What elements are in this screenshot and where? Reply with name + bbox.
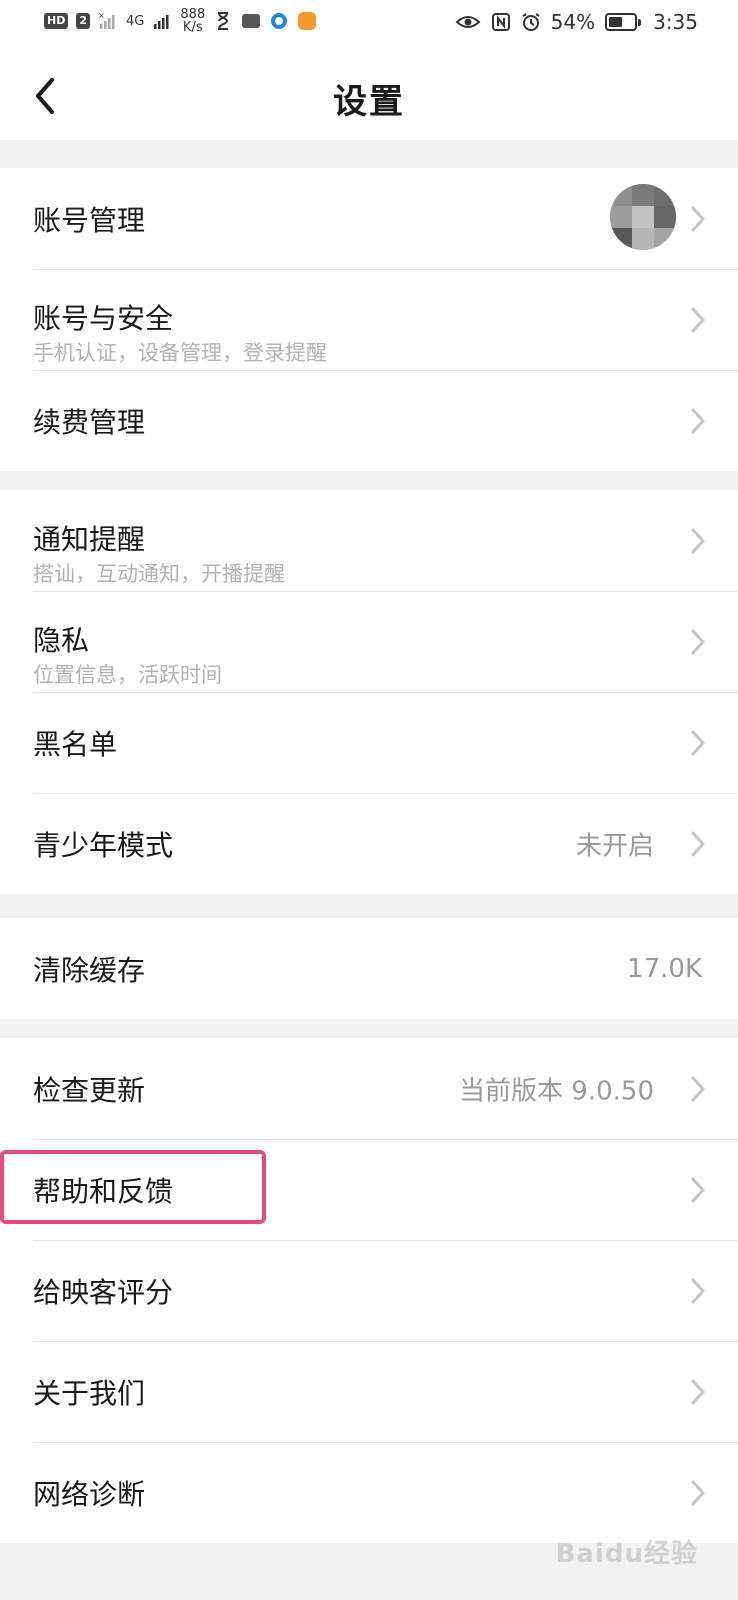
settings-row-clear-cache[interactable]: 清除缓存 17.0K <box>0 918 738 1019</box>
avatar[interactable] <box>610 184 676 250</box>
signal-empty-icon: × <box>98 11 115 29</box>
eye-icon <box>455 16 481 28</box>
chevron-right-icon <box>691 408 706 433</box>
row-value: 未开启 <box>575 831 654 861</box>
settings-row-account-security[interactable]: 账号与安全 手机认证，设备管理，登录提醒 <box>0 269 738 370</box>
avatar-tile <box>632 228 654 250</box>
chevron-right-icon <box>691 1480 706 1505</box>
huawei-app-icon <box>242 14 261 28</box>
orange-app-icon <box>298 12 317 30</box>
battery-icon <box>605 13 642 31</box>
status-left: HD 2 × 4G 888 K/s <box>44 8 317 34</box>
row-subtitle: 搭讪，互动通知，开播提醒 <box>33 562 285 586</box>
row-title: 通知提醒 <box>33 523 146 556</box>
chevron-right-icon <box>691 730 706 755</box>
chevron-right-icon <box>691 1177 706 1202</box>
nfc-icon <box>491 13 510 31</box>
chevron-right-icon <box>691 307 706 332</box>
net-speed: 888 K/s <box>180 8 205 34</box>
settings-row-teen-mode[interactable]: 青少年模式 未开启 <box>0 793 738 894</box>
settings-group-cache: 清除缓存 17.0K <box>0 918 738 1019</box>
chevron-right-icon <box>691 1379 706 1404</box>
settings-row-check-update[interactable]: 检查更新 当前版本 9.0.50 <box>0 1038 738 1139</box>
row-value: 当前版本 9.0.50 <box>459 1076 654 1106</box>
row-title: 账号管理 <box>33 203 146 237</box>
settings-row-network-diagnosis[interactable]: 网络诊断 <box>0 1442 738 1543</box>
hd-badge: HD <box>44 13 69 29</box>
status-bar: HD 2 × 4G 888 K/s 54% 3:35 <box>0 0 738 50</box>
row-title: 隐私 <box>33 624 90 657</box>
row-title: 账号与安全 <box>33 302 174 335</box>
avatar-tile <box>632 184 654 206</box>
settings-group-notify-privacy: 通知提醒 搭讪，互动通知，开播提醒 隐私 位置信息，活跃时间 黑名单 青少年模式… <box>0 490 738 894</box>
avatar-tile <box>632 206 654 228</box>
status-right: 54% 3:35 <box>455 10 698 34</box>
avatar-tile <box>654 206 676 228</box>
settings-row-notifications[interactable]: 通知提醒 搭讪，互动通知，开播提醒 <box>0 490 738 591</box>
net-speed-unit: K/s <box>182 20 203 35</box>
network-type: 4G <box>126 13 145 29</box>
watermark: Baidu经验 <box>555 1539 698 1569</box>
battery-percent: 54% <box>550 10 596 34</box>
row-title: 网络诊断 <box>33 1477 146 1511</box>
chevron-right-icon <box>691 1076 706 1101</box>
row-title: 续费管理 <box>33 405 146 439</box>
avatar-tile <box>610 206 632 228</box>
signal-icon <box>154 15 169 29</box>
chevron-right-icon <box>691 1278 706 1303</box>
sim-badge: 2 <box>76 13 90 29</box>
settings-group-about: 检查更新 当前版本 9.0.50 帮助和反馈 给映客评分 关于我们 网络诊断 <box>0 1038 738 1543</box>
alarm-icon <box>522 13 540 31</box>
settings-row-blacklist[interactable]: 黑名单 <box>0 692 738 793</box>
row-title: 给映客评分 <box>33 1275 174 1309</box>
row-title: 关于我们 <box>33 1376 146 1410</box>
battery-fill <box>609 17 623 27</box>
row-title: 检查更新 <box>33 1073 146 1107</box>
row-title: 青少年模式 <box>33 828 174 862</box>
chevron-right-icon <box>691 629 706 654</box>
highlight-annotation <box>0 1150 266 1224</box>
settings-row-rate-app[interactable]: 给映客评分 <box>0 1240 738 1341</box>
page-title: 设置 <box>333 82 405 122</box>
clock-time: 3:35 <box>653 10 698 34</box>
settings-row-account-management[interactable]: 账号管理 <box>0 168 738 269</box>
svg-text:×: × <box>98 11 105 20</box>
hourglass-icon <box>218 12 229 30</box>
settings-row-renewal[interactable]: 续费管理 <box>0 370 738 471</box>
settings-row-about-us[interactable]: 关于我们 <box>0 1341 738 1442</box>
row-title: 清除缓存 <box>33 953 146 987</box>
settings-group-account: 账号管理 账号与安全 手机认证，设备管理，登录提醒 续费管理 <box>0 168 738 471</box>
browser-app-icon <box>271 13 288 29</box>
chevron-right-icon <box>691 528 706 553</box>
row-title: 黑名单 <box>33 727 118 761</box>
settings-row-privacy[interactable]: 隐私 位置信息，活跃时间 <box>0 591 738 692</box>
row-value: 17.0K <box>627 953 702 984</box>
row-subtitle: 位置信息，活跃时间 <box>33 663 222 687</box>
row-subtitle: 手机认证，设备管理，登录提醒 <box>33 341 327 365</box>
top-bar: 设置 <box>0 50 738 140</box>
chevron-right-icon <box>691 831 706 856</box>
chevron-right-icon <box>691 206 706 231</box>
